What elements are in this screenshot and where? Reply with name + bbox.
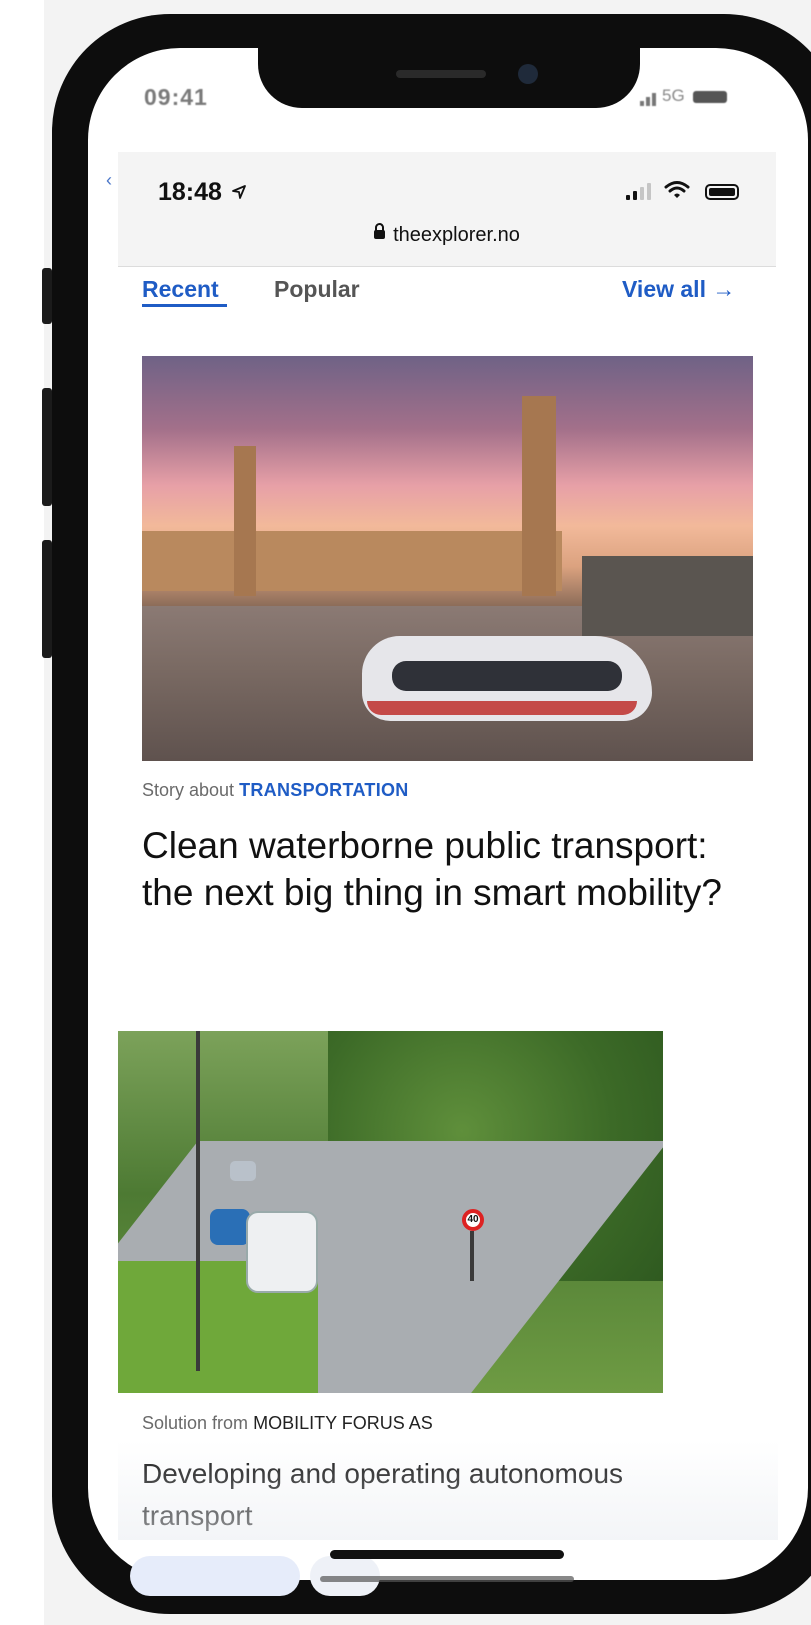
status-icons — [626, 180, 739, 200]
wifi-icon — [664, 181, 690, 198]
article-image-westminster[interactable] — [142, 356, 753, 761]
url-text: theexplorer.no — [393, 224, 520, 246]
front-camera — [518, 64, 538, 84]
browser-header — [118, 152, 776, 267]
notch — [258, 30, 640, 108]
volume-down-button — [42, 540, 52, 658]
tab-recent[interactable]: Recent — [142, 276, 219, 303]
location-arrow-icon — [232, 185, 246, 199]
spire — [234, 446, 256, 596]
article-2-company-link[interactable]: MOBILITY FORUS AS — [253, 1413, 433, 1433]
article-2-meta: Solution from MOBILITY FORUS AS — [142, 1413, 433, 1433]
clock-tower — [522, 396, 556, 596]
lock-icon — [374, 223, 386, 240]
view-all-link[interactable]: View all → — [622, 276, 735, 303]
speed-limit-sign: 40 — [462, 1209, 484, 1231]
home-indicator-outer — [320, 1576, 574, 1582]
active-tab-underline — [142, 304, 227, 307]
battery-icon — [692, 90, 727, 103]
article-1-title[interactable]: Clean waterborne public transport: the n… — [142, 822, 742, 916]
battery-icon — [704, 184, 739, 200]
bottom-pill-button[interactable] — [130, 1556, 300, 1596]
volume-up-button — [42, 388, 52, 506]
article-1-meta: Story about TRANSPORTATION — [142, 780, 409, 800]
address-bar[interactable]: theexplorer.no — [118, 223, 776, 247]
lamp-post — [196, 1031, 200, 1371]
sign-post — [470, 1231, 474, 1281]
outer-status-time: 09:41 — [144, 84, 208, 110]
cellular-signal-icon — [626, 182, 654, 200]
speaker-grille — [396, 70, 486, 78]
mute-switch — [42, 268, 52, 324]
cellular-signal-icon — [640, 86, 658, 106]
parliament-building — [142, 531, 562, 591]
autonomous-shuttle — [246, 1211, 318, 1293]
car — [210, 1209, 250, 1245]
outer-status-icons: 5G — [640, 86, 727, 106]
article-2-title[interactable]: Developing and operating autonomous tran… — [142, 1453, 702, 1537]
ferry-hull-stripe — [367, 701, 637, 715]
home-indicator[interactable] — [330, 1550, 564, 1559]
article-image-autonomous-bus[interactable]: 40 — [118, 1031, 663, 1393]
bridge — [582, 556, 753, 636]
car — [230, 1161, 256, 1181]
status-time: 18:48 — [158, 178, 247, 207]
article-1-category-link[interactable]: TRANSPORTATION — [239, 780, 409, 800]
ferry-window — [392, 661, 622, 691]
tab-popular[interactable]: Popular — [274, 276, 360, 303]
network-type-label: 5G — [662, 86, 685, 105]
back-arrow-icon[interactable]: ‹ — [106, 170, 116, 190]
